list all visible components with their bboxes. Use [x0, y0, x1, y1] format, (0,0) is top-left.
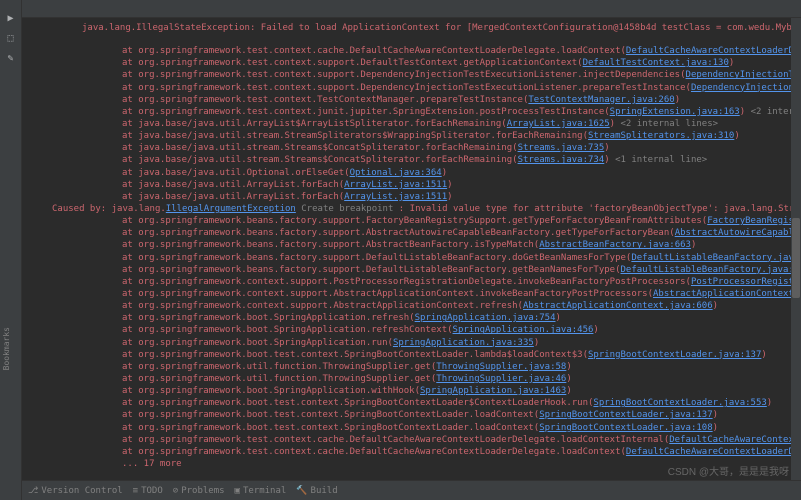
tool-icon-2[interactable]: ✎ — [4, 51, 18, 65]
stack-frame: at org.springframework.test.context.supp… — [82, 82, 793, 94]
stack-frame: at org.springframework.beans.factory.sup… — [82, 264, 793, 276]
stack-frame: at org.springframework.test.context.cach… — [82, 446, 793, 458]
run-icon[interactable]: ▶ — [4, 11, 18, 25]
source-link[interactable]: SpringApplication.java:335 — [393, 338, 534, 348]
source-link[interactable]: SpringApplication.java:1463 — [420, 386, 566, 396]
source-link[interactable]: SpringApplication.java:754 — [415, 313, 556, 323]
vertical-scrollbar[interactable] — [791, 18, 801, 480]
stack-frame: at org.springframework.util.function.Thr… — [82, 373, 793, 385]
source-link[interactable]: AbstractAutowireCapableBeanFactory.java:… — [675, 228, 801, 238]
source-link[interactable]: SpringBootContextLoader.java:553 — [593, 398, 766, 408]
stack-frame: at java.base/java.util.stream.StreamSpli… — [82, 130, 793, 142]
source-link[interactable]: DefaultCacheAwareContextLoaderDelegate.j… — [626, 46, 801, 56]
tool-icon-1[interactable]: ⬚ — [4, 31, 18, 45]
source-link[interactable]: Streams.java:735 — [518, 143, 605, 153]
stack-frame: at java.base/java.util.Optional.orElseGe… — [82, 167, 793, 179]
source-link[interactable]: ThrowingSupplier.java:46 — [436, 374, 566, 384]
source-link[interactable]: SpringApplication.java:456 — [453, 325, 594, 335]
source-link[interactable]: Optional.java:364 — [350, 168, 442, 178]
source-link[interactable]: DefaultCacheAwareContextLoaderDelegate.j… — [626, 447, 801, 457]
source-link[interactable]: AbstractBeanFactory.java:663 — [539, 240, 691, 250]
stack-frame: at java.base/java.util.stream.Streams$Co… — [82, 154, 793, 166]
stack-frame: at org.springframework.beans.factory.sup… — [82, 227, 793, 239]
source-link[interactable]: TestContextManager.java:260 — [528, 95, 674, 105]
source-link[interactable]: ArrayList.java:1511 — [344, 180, 447, 190]
source-link[interactable]: DefaultListableBeanFactory.java:534 — [621, 265, 801, 275]
left-tool-gutter: ▶ ⬚ ✎ — [0, 0, 22, 500]
stack-frame: at org.springframework.boot.SpringApplic… — [82, 312, 793, 324]
stack-frame: at org.springframework.context.support.A… — [82, 288, 793, 300]
stack-frame: at org.springframework.test.context.Test… — [82, 94, 793, 106]
status-bar: ⎇ Version Control ≡ TODO ⊘ Problems ▣ Te… — [22, 480, 801, 500]
stack-frame: at org.springframework.beans.factory.sup… — [82, 239, 793, 251]
exception-link[interactable]: IllegalArgumentException — [166, 204, 296, 214]
stack-frame: at org.springframework.test.context.supp… — [82, 57, 793, 69]
source-link[interactable]: AbstractApplicationContext.java:606 — [523, 301, 713, 311]
exception-header: java.lang.IllegalStateException: Failed … — [82, 22, 793, 34]
source-link[interactable]: AbstractApplicationContext.java:788 — [653, 289, 801, 299]
stack-frame: at org.springframework.util.function.Thr… — [82, 361, 793, 373]
stack-frame: at org.springframework.context.support.A… — [82, 300, 793, 312]
source-link[interactable]: FactoryBeanRegistrySupport.java:86 — [707, 216, 801, 226]
source-link[interactable]: DependencyInjectionTestExecutionListener… — [691, 83, 801, 93]
source-link[interactable]: SpringExtension.java:163 — [610, 107, 740, 117]
problems-tab[interactable]: ⊘ Problems — [173, 486, 225, 496]
source-link[interactable]: ThrowingSupplier.java:58 — [436, 362, 566, 372]
stack-frame: at org.springframework.boot.SpringApplic… — [82, 337, 793, 349]
source-link[interactable]: DependencyInjectionTestExecutionListener… — [686, 70, 801, 80]
source-link[interactable]: SpringBootContextLoader.java:137 — [588, 350, 761, 360]
source-link[interactable]: Streams.java:734 — [518, 155, 605, 165]
build-tab[interactable]: 🔨 Build — [296, 486, 337, 496]
source-link[interactable]: ArrayList.java:1625 — [507, 119, 610, 129]
source-link[interactable]: PostProcessorRegistrationDelegate.java:1… — [691, 277, 801, 287]
stack-frame: at org.springframework.test.context.cach… — [82, 45, 793, 57]
stack-frame: at org.springframework.boot.SpringApplic… — [82, 385, 793, 397]
source-link[interactable]: DefaultTestContext.java:130 — [583, 58, 729, 68]
console-output[interactable]: java.lang.IllegalStateException: Failed … — [22, 18, 801, 480]
source-link[interactable]: SpringBootContextLoader.java:108 — [539, 423, 712, 433]
source-link[interactable]: ArrayList.java:1511 — [344, 192, 447, 202]
todo-tab[interactable]: ≡ TODO — [133, 486, 163, 496]
stack-frame: at java.base/java.util.ArrayList.forEach… — [82, 191, 793, 203]
stack-frame: at org.springframework.test.context.cach… — [82, 434, 793, 446]
stack-frame: at org.springframework.test.context.juni… — [82, 106, 793, 118]
stack-frame: at org.springframework.boot.SpringApplic… — [82, 324, 793, 336]
source-link[interactable]: StreamSpliterators.java:310 — [588, 131, 734, 141]
stack-frame: at org.springframework.boot.test.context… — [82, 422, 793, 434]
scrollbar-thumb[interactable] — [792, 218, 800, 298]
stack-frame: at org.springframework.boot.test.context… — [82, 397, 793, 409]
stack-frame: at org.springframework.beans.factory.sup… — [82, 252, 793, 264]
source-link[interactable]: DefaultCacheAwareContextLoaderDelegate.j… — [669, 435, 801, 445]
vcs-tab[interactable]: ⎇ Version Control — [28, 486, 123, 496]
stack-frame: at java.base/java.util.stream.Streams$Co… — [82, 142, 793, 154]
main-area: java.lang.IllegalStateException: Failed … — [22, 0, 801, 500]
terminal-tab[interactable]: ▣ Terminal — [235, 486, 287, 496]
source-link[interactable]: SpringBootContextLoader.java:137 — [539, 410, 712, 420]
stack-frame: at org.springframework.test.context.supp… — [82, 69, 793, 81]
console-toolbar — [22, 0, 801, 18]
watermark: CSDN @大哥，是是是我呀 — [668, 463, 789, 478]
stack-frame: at java.base/java.util.ArrayList$ArrayLi… — [82, 118, 793, 130]
stack-frame: at org.springframework.boot.test.context… — [82, 409, 793, 421]
stack-frame: at org.springframework.beans.factory.sup… — [82, 215, 793, 227]
source-link[interactable]: DefaultListableBeanFactory.java:575 — [631, 253, 801, 263]
stack-frame: at java.base/java.util.ArrayList.forEach… — [82, 179, 793, 191]
bookmarks-side-tab[interactable]: Bookmarks — [2, 327, 11, 370]
caused-by-line: Caused by: java.lang.IllegalArgumentExce… — [52, 203, 793, 215]
stack-frame: at org.springframework.boot.test.context… — [82, 349, 793, 361]
stack-frame: at org.springframework.context.support.P… — [82, 276, 793, 288]
